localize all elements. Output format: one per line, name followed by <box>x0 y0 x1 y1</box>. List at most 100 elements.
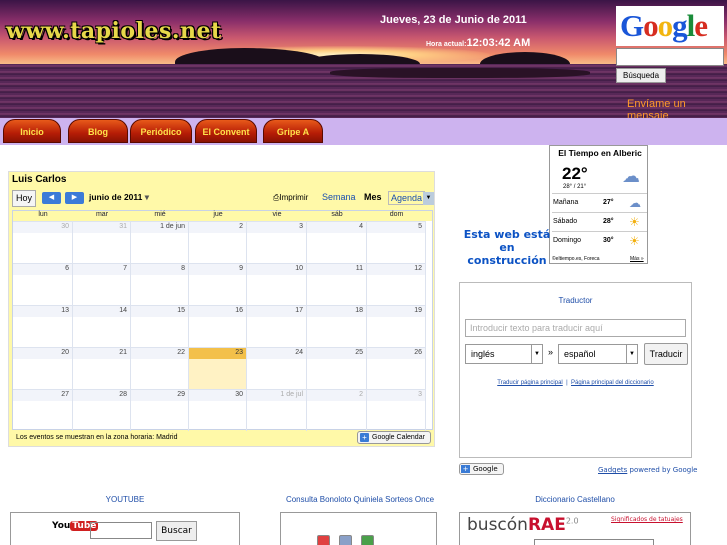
calendar-day[interactable]: 14 <box>73 305 131 347</box>
calendar-day[interactable]: 31 <box>73 221 131 263</box>
day-number: 16 <box>235 307 243 314</box>
source-language-select[interactable]: inglés ▼ <box>465 344 543 364</box>
partly-cloudy-icon: ☁ <box>629 196 641 210</box>
calendar-day[interactable]: 29 <box>131 389 189 431</box>
calendar-day[interactable]: 13 <box>13 305 73 347</box>
island-silhouette <box>480 52 570 64</box>
nav-tab-blog[interactable]: Blog <box>68 119 128 143</box>
dictionary-main-page-link[interactable]: Página principal del diccionario <box>571 380 654 386</box>
lottery-icon[interactable] <box>339 535 352 545</box>
translate-button[interactable]: Traducir <box>644 343 688 365</box>
calendar-day[interactable]: 30 <box>189 389 247 431</box>
day-number: 12 <box>414 265 422 272</box>
tattoo-meanings-link[interactable]: Significados de tatuajes <box>611 516 683 523</box>
calendar-day[interactable]: 1 de jul <box>247 389 307 431</box>
calendar-day[interactable]: 3 <box>367 389 426 431</box>
calendar-day[interactable]: 25 <box>307 347 367 389</box>
calendar-day[interactable]: 22 <box>131 347 189 389</box>
translate-text-input[interactable]: Introducir texto para traducir aquí <box>465 319 686 337</box>
lottery-icon[interactable] <box>361 535 374 545</box>
calendar-day[interactable]: 17 <box>247 305 307 347</box>
tab-month[interactable]: Mes <box>361 191 385 203</box>
calendar-day[interactable]: 2 <box>307 389 367 431</box>
calendar-month-grid: lun mar mié jue vie sáb dom 30 31 1 de jun 2 3 4 5 6 7… <box>12 210 433 431</box>
calendar-day[interactable]: 10 <box>247 263 307 305</box>
print-button[interactable]: ⎙Imprimir <box>273 193 308 203</box>
calendar-day[interactable]: 28 <box>73 389 131 431</box>
google-search-input[interactable] <box>616 48 724 66</box>
day-number: 24 <box>295 349 303 356</box>
day-number: 26 <box>414 349 422 356</box>
calendar-day[interactable]: 12 <box>367 263 426 305</box>
month-selector[interactable]: junio de 2011 ▾ <box>89 192 149 203</box>
weather-more-link[interactable]: Más » <box>630 256 644 262</box>
arrow-right-icon: ▶ <box>71 194 78 201</box>
calendar-day[interactable]: 7 <box>73 263 131 305</box>
chevron-down-icon: ▼ <box>626 345 637 363</box>
translate-main-page-link[interactable]: Traducir página principal <box>497 380 562 386</box>
calendar-day[interactable]: 21 <box>73 347 131 389</box>
lottery-widget <box>280 512 437 545</box>
tab-agenda[interactable]: Agenda <box>388 191 426 205</box>
calendar-day[interactable]: 19 <box>367 305 426 347</box>
day-name: mié <box>154 211 166 218</box>
calendar-day[interactable]: 11 <box>307 263 367 305</box>
gadgets-link[interactable]: Gadgets <box>598 466 627 474</box>
calendar-day[interactable]: 30 <box>13 221 73 263</box>
calendar-day[interactable]: 24 <box>247 347 307 389</box>
calendar-day[interactable]: 9 <box>189 263 247 305</box>
calendar-day[interactable]: 15 <box>131 305 189 347</box>
calendar-day[interactable]: 3 <box>247 221 307 263</box>
nav-tab-inicio[interactable]: Inicio <box>3 119 61 143</box>
day-name: sáb <box>331 211 343 218</box>
google-logo: Google <box>620 8 708 43</box>
target-language-select[interactable]: español ▼ <box>558 344 638 364</box>
google-search-button[interactable]: Búsqueda <box>616 68 666 83</box>
youtube-search-button[interactable]: Buscar <box>156 521 197 541</box>
today-button[interactable]: Hoy <box>12 190 36 207</box>
shore-silhouette <box>330 68 590 78</box>
construction-notice: Esta web está en construcción <box>463 228 551 267</box>
day-name: dom <box>389 211 404 218</box>
day-number: 18 <box>355 307 363 314</box>
calendar-day[interactable]: 4 <box>307 221 367 263</box>
calendar-day[interactable]: 20 <box>13 347 73 389</box>
day-names-row: lun mar mié jue vie sáb dom <box>13 211 432 221</box>
calendar-day[interactable]: 26 <box>367 347 426 389</box>
calendar-day[interactable]: 27 <box>13 389 73 431</box>
calendar-day[interactable]: 1 de jun <box>131 221 189 263</box>
day-number: 29 <box>177 391 185 398</box>
google-calendar-button[interactable]: + Google Calendar <box>357 431 431 444</box>
calendar-day[interactable]: 2 <box>189 221 247 263</box>
prev-month-button[interactable]: ◀ <box>42 192 61 204</box>
agenda-dropdown-icon[interactable]: ▼ <box>423 192 434 205</box>
language-arrow: » <box>548 347 554 357</box>
calendar-day-today[interactable]: 23 <box>189 347 247 389</box>
day-number: 27 <box>61 391 69 398</box>
tab-week[interactable]: Semana <box>320 191 358 203</box>
nav-tab-el-convent[interactable]: El Convent <box>195 119 257 143</box>
calendar-day[interactable]: 16 <box>189 305 247 347</box>
forecast-day: Mañana <box>553 199 579 206</box>
day-name: jue <box>213 211 223 218</box>
chevron-down-icon: ▾ <box>144 192 150 202</box>
calendar-day[interactable]: 8 <box>131 263 189 305</box>
dictionary-search-input[interactable] <box>534 539 654 545</box>
nav-tab-gripe-a[interactable]: Gripe A <box>263 119 323 143</box>
calendar-day[interactable]: 5 <box>367 221 426 263</box>
translator-links: Traducir página principal | Página princ… <box>460 380 691 386</box>
send-message-link[interactable]: Envíame un mensaje <box>627 98 727 118</box>
site-logo[interactable]: www.tapioles.net <box>6 18 222 44</box>
next-month-button[interactable]: ▶ <box>65 192 84 204</box>
add-to-google-button[interactable]: + Google <box>459 463 504 475</box>
translator-title: Traductor <box>558 296 593 305</box>
youtube-search-input[interactable] <box>90 522 152 539</box>
lottery-icon[interactable] <box>317 535 330 545</box>
calendar-day[interactable]: 6 <box>13 263 73 305</box>
youtube-title: YOUTUBE <box>105 495 145 504</box>
calendar-day[interactable]: 18 <box>307 305 367 347</box>
day-number: 15 <box>177 307 185 314</box>
day-number: 25 <box>355 349 363 356</box>
day-number: 19 <box>414 307 422 314</box>
nav-tab-periodico[interactable]: Periódico <box>130 119 192 143</box>
